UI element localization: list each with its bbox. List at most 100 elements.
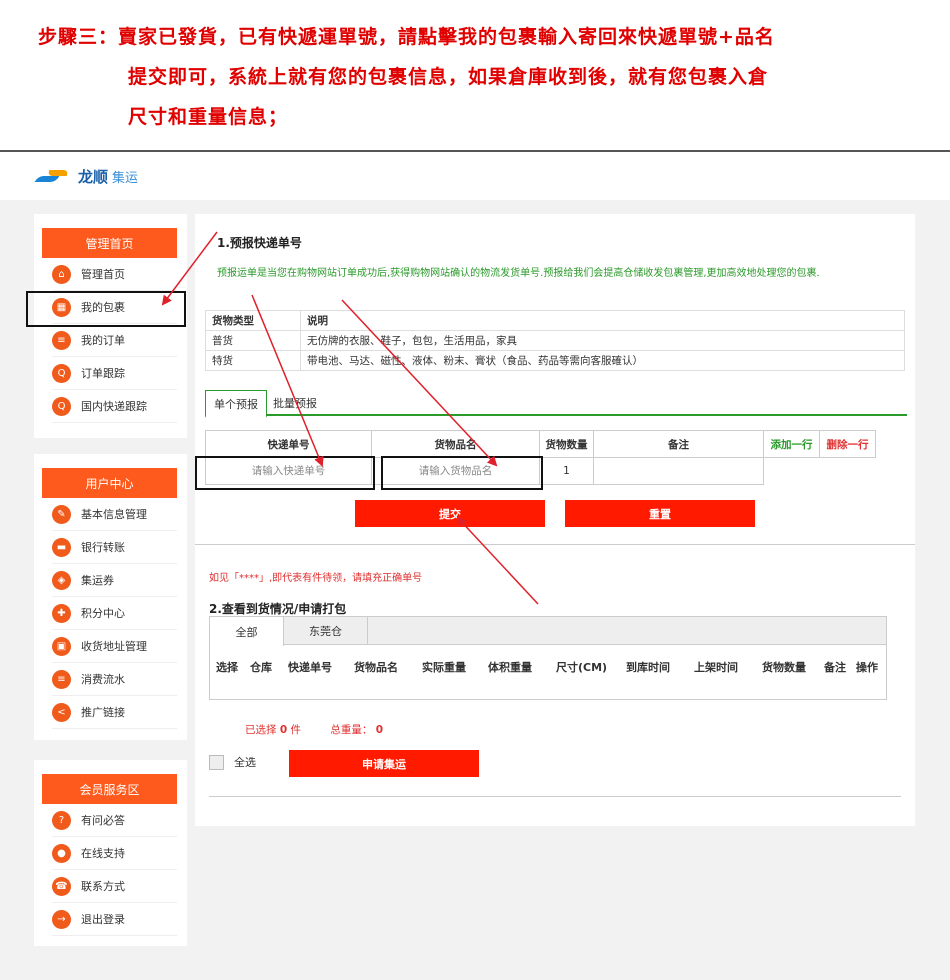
sidebar-item-order-tracking[interactable]: Q 订单跟踪 [52,357,177,390]
table-row: 特货 带电池、马达、磁性、液体、粉末、膏状（食品、药品等需向客服確认） [205,350,905,371]
col-shelf-time: 上架时间 [694,661,738,674]
sidebar-item-label: 我的订单 [81,334,125,347]
sidebar-item-label: 基本信息管理 [81,508,147,521]
sidebar-item-profile[interactable]: ✎ 基本信息管理 [52,498,177,531]
select-all-label: 全选 [234,756,256,769]
sidebar-item-address[interactable]: ▣ 收货地址管理 [52,630,177,663]
table-cell: 带电池、马达、磁性、液体、粉末、膏状（食品、药品等需向客服確认） [300,350,905,371]
quantity-field[interactable]: 1 [539,457,594,485]
sidebar-item-label: 退出登录 [81,913,125,926]
arrival-table: 全部 东莞仓 选择 仓库 快递单号 货物品名 实际重量 体积重量 尺寸(CM) … [209,616,887,700]
address-icon: ▣ [52,636,71,656]
table-cell: 普货 [205,330,301,351]
sidebar-item-label: 联系方式 [81,880,125,893]
sidebar-item-label: 推广链接 [81,706,125,719]
tab-dongguan[interactable]: 东莞仓 [284,617,368,645]
card-icon: ▬ [52,537,71,557]
reset-button[interactable]: 重置 [565,500,755,527]
header-quantity: 货物数量 [539,430,594,458]
sidebar-group-user-center: 用户中心 ✎ 基本信息管理 ▬ 银行转账 ◈ 集运券 ✚ 积分中心 ▣ 收货地址管理 ≡ 消… [34,454,187,740]
sidebar-item-label: 管理首页 [81,268,125,281]
instruction-line-1: 步驟三：賣家已發貨，已有快遞運單號，請點擊我的包裹輸入寄回來快遞單號+品名 [38,26,775,48]
sidebar-group-title[interactable]: 管理首页 [42,228,177,258]
tab-single[interactable]: 单个预报 [205,390,267,418]
col-select: 选择 [216,661,238,674]
instruction-banner: 步驟三：賣家已發貨，已有快遞運單號，請點擊我的包裹輸入寄回來快遞單號+品名 提交… [0,0,950,150]
swoosh-logo-icon [34,168,74,186]
add-row-button[interactable]: 添加一行 [763,430,820,458]
table-cell: 特货 [205,350,301,371]
sidebar-group-title[interactable]: 会员服务区 [42,774,177,804]
ticket-icon: ◈ [52,570,71,590]
col-goods: 货物品名 [354,661,398,674]
sidebar-item-online-support[interactable]: ● 在线支持 [52,837,177,870]
remark-field[interactable] [593,457,764,485]
total-weight: 0 [375,724,383,736]
sidebar-item-faq[interactable]: ? 有问必答 [52,804,177,837]
sidebar-item-logout[interactable]: → 退出登录 [52,903,177,936]
sidebar-item-label: 集运券 [81,574,114,587]
tab-batch[interactable]: 批量预报 [265,390,325,416]
bottom-divider [209,796,901,797]
instruction-line-2: 提交即可，系統上就有您的包裹信息，如果倉庫收到後，就有您包裹入倉 [128,66,769,88]
col-size: 尺寸(CM) [556,661,608,674]
home-icon: ⌂ [52,264,71,284]
select-all-checkbox[interactable] [209,754,224,770]
annotation-box-goods [381,456,543,490]
app-window: 龙顺 集运 管理首页 ⌂ 管理首页 ▦ 我的包裹 ≡ 我的订单 Q 订单跟踪 Q 国内快递… [0,152,950,980]
apply-consolidation-button[interactable]: 申请集运 [289,750,479,777]
col-tracking: 快递单号 [288,661,332,674]
list-icon: ≡ [52,330,71,350]
tab-all[interactable]: 全部 [210,617,284,646]
preregister-title: 1.预报快递单号 [217,236,302,250]
logout-icon: → [52,909,71,929]
main-panel: 1.预报快递单号 预报运单是当您在购物网站订单成功后,获得购物网站确认的物流发货… [195,214,915,826]
sidebar-item-points[interactable]: ✚ 积分中心 [52,597,177,630]
selected-count: 0 [279,724,288,736]
sidebar-item-transactions[interactable]: ≡ 消费流水 [52,663,177,696]
table-row: 普货 无仿牌的衣服、鞋子，包包，生活用品，家具 [205,330,905,351]
sidebar-item-domestic-tracking[interactable]: Q 国内快递跟踪 [52,390,177,423]
sidebar-item-referral[interactable]: < 推广链接 [52,696,177,729]
list-icon: ≡ [52,669,71,689]
search-icon: Q [52,396,71,416]
submit-button[interactable]: 提交 [355,500,545,527]
search-icon: Q [52,363,71,383]
col-quantity: 货物数量 [762,661,806,674]
select-all[interactable]: 全选 [209,754,256,770]
empty-cell [820,458,876,485]
brand-bar: 龙顺 集运 [0,152,950,200]
sidebar-item-home[interactable]: ⌂ 管理首页 [52,258,177,291]
annotation-box-my-packages [26,291,186,327]
table-cell: 无仿牌的衣服、鞋子，包包，生活用品，家具 [300,330,905,351]
preregister-note: 预报运单是当您在购物网站订单成功后,获得购物网站确认的物流发货单号.预报给我们会… [217,268,820,279]
sidebar-item-label: 有问必答 [81,814,125,827]
section-divider [195,544,915,545]
sidebar-item-label: 积分中心 [81,607,125,620]
table-header-row: 快递单号 货物品名 货物数量 备注 添加一行 删除一行 [205,430,876,458]
col-warehouse: 仓库 [250,661,272,674]
table-header-cell: 货物类型 [205,310,301,331]
delete-row-button[interactable]: 删除一行 [819,430,876,458]
sidebar-item-coupons[interactable]: ◈ 集运券 [52,564,177,597]
sidebar-item-contact[interactable]: ☎ 联系方式 [52,870,177,903]
gift-icon: ✚ [52,603,71,623]
selected-label: 已选择 [245,724,277,736]
selection-summary: 已选择 0 件 总重量： 0 [245,722,383,737]
header-goods: 货物品名 [371,430,540,458]
sidebar-item-my-orders[interactable]: ≡ 我的订单 [52,324,177,357]
sidebar-item-label: 订单跟踪 [81,367,125,380]
warning-note: 如见「****」,即代表有件待领，请填充正确单号 [209,573,423,584]
brand-logo[interactable]: 龙顺 集运 [34,166,138,187]
sidebar-item-bank-transfer[interactable]: ▬ 银行转账 [52,531,177,564]
selected-unit: 件 [290,724,302,736]
header-remark: 备注 [593,430,764,458]
goods-type-table: 货物类型 说明 普货 无仿牌的衣服、鞋子，包包，生活用品，家具 特货 带电池、马… [205,310,905,371]
sidebar-group-title[interactable]: 用户中心 [42,468,177,498]
col-volume-weight: 体积重量 [488,661,532,674]
col-remark: 备注 [824,661,846,674]
warehouse-tabs: 全部 东莞仓 [210,617,886,646]
instruction-line-3: 尺寸和重量信息； [128,106,289,128]
sidebar-group-member-service: 会员服务区 ? 有问必答 ● 在线支持 ☎ 联系方式 → 退出登录 [34,760,187,946]
share-icon: < [52,702,71,722]
